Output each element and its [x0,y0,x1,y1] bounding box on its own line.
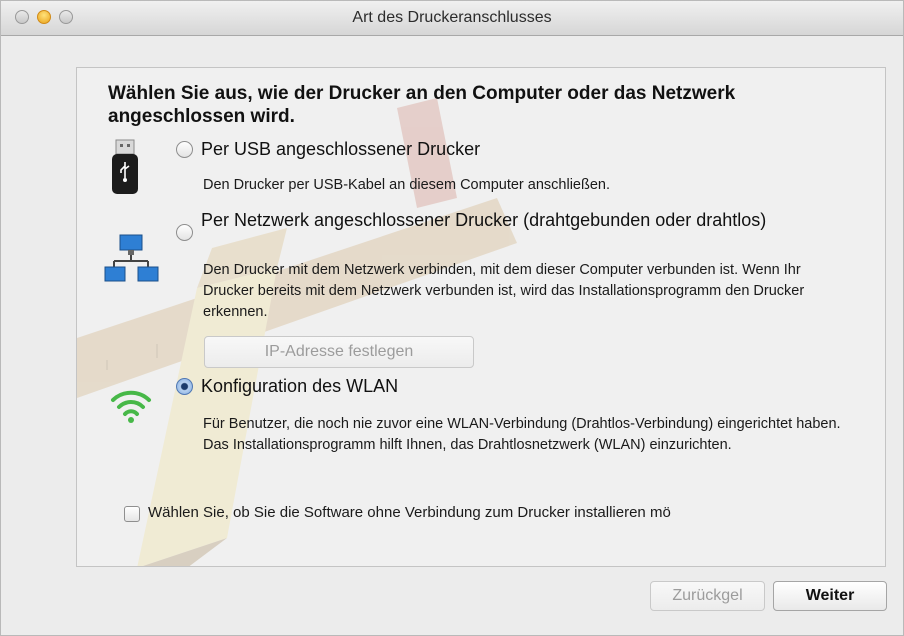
network-icon [104,234,159,282]
network-option-label[interactable]: Per Netzwerk angeschlossener Drucker (dr… [201,209,841,231]
window-title: Art des Druckeranschlusses [352,9,552,26]
usb-option-description: Den Drucker per USB-Kabel an diesem Comp… [203,177,610,193]
wifi-icon [111,390,151,423]
next-button[interactable]: Weiter [773,581,887,611]
installer-window: Art des Druckeranschlusses Wählen Sie au… [0,0,904,636]
back-button[interactable]: Zurückgel [650,581,765,611]
wlan-option-radio[interactable] [176,378,193,395]
usb-icon [112,139,138,194]
wlan-option-label[interactable]: Konfiguration des WLAN [201,375,398,397]
page-heading: Wählen Sie aus, wie der Drucker an den C… [108,83,736,127]
set-ip-address-button[interactable]: IP-Adresse festlegen [204,336,474,368]
install-without-connection-label[interactable]: Wählen Sie, ob Sie die Software ohne Ver… [148,504,671,521]
network-option-radio[interactable] [176,224,193,241]
install-without-connection-checkbox[interactable] [124,506,140,522]
network-option-description: Den Drucker mit dem Netzwerk verbinden, … [203,262,805,320]
title-bar: Art des Druckeranschlusses [1,1,903,36]
usb-option-radio[interactable] [176,141,193,158]
usb-option-label[interactable]: Per USB angeschlossener Drucker [201,138,480,160]
wlan-option-description: Für Benutzer, die noch nie zuvor eine WL… [203,416,841,453]
